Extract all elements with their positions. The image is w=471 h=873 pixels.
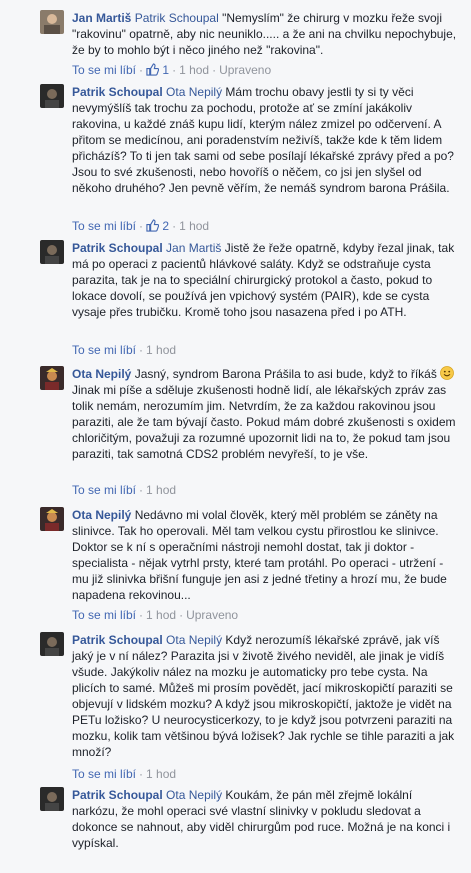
comment-mention[interactable]: Ota Nepilý <box>166 633 222 647</box>
comment-mention[interactable]: Ota Nepilý <box>166 788 222 802</box>
person-photo-icon <box>40 632 64 656</box>
avatar[interactable] <box>40 10 64 34</box>
comment-actions: To se mi líbí · 1 hod <box>72 483 177 497</box>
thumbs-up-icon <box>146 219 160 236</box>
like-button[interactable]: To se mi líbí <box>72 483 136 497</box>
person-photo-icon <box>40 366 64 390</box>
person-photo-icon <box>40 10 64 34</box>
smiley-emoji-icon <box>440 366 455 380</box>
comment-mention[interactable]: Patrik Schoupal <box>135 11 219 25</box>
comment-author[interactable]: Jan Martiš <box>72 11 131 25</box>
comment-mention[interactable]: Ota Nepilý <box>166 85 222 99</box>
comment-text: Jinak mi píše a sděluje zkušenosti hodně… <box>72 383 456 461</box>
avatar[interactable] <box>40 632 64 656</box>
comment-text: Mám trochu obavy jestli ty si ty věci ne… <box>72 85 454 195</box>
like-button[interactable]: To se mi líbí <box>72 63 136 77</box>
comment-time[interactable]: 1 hod <box>146 608 176 622</box>
comment-text: Nedávno mi volal člověk, který měl probl… <box>72 508 447 602</box>
comment-author[interactable]: Patrik Schoupal <box>72 788 163 802</box>
comment-text: Když nerozumíš lékařské zprávě, jak víš … <box>72 633 455 759</box>
comment-time[interactable]: 1 hod <box>146 483 176 497</box>
comment-time[interactable]: 1 hod <box>179 63 209 77</box>
comment-author[interactable]: Patrik Schoupal <box>72 85 163 99</box>
thumbs-up-icon <box>146 63 160 80</box>
comment-author[interactable]: Ota Nepilý <box>72 367 131 381</box>
avatar[interactable] <box>40 787 64 811</box>
avatar[interactable] <box>40 84 64 108</box>
comment-time[interactable]: 1 hod <box>146 343 176 357</box>
comment-text-intro: Jasný, syndrom Barona Prášila to asi bud… <box>134 367 437 381</box>
comment-thread: Jan Martiš Patrik Schoupal "Nemyslím" že… <box>0 0 471 873</box>
avatar[interactable] <box>40 366 64 390</box>
edited-label[interactable]: Upraveno <box>186 608 238 622</box>
avatar[interactable] <box>40 507 64 531</box>
comment-actions: To se mi líbí · 1 · 1 hod · Upraveno <box>72 62 271 80</box>
comment-author[interactable]: Patrik Schoupal <box>72 241 163 255</box>
comment-actions: To se mi líbí · 1 hod <box>72 767 177 781</box>
person-photo-icon <box>40 84 64 108</box>
like-button[interactable]: To se mi líbí <box>72 767 136 781</box>
comment-actions: To se mi líbí · 2 · 1 hod <box>72 218 209 236</box>
comment-mention[interactable]: Jan Martiš <box>166 241 221 255</box>
like-button[interactable]: To se mi líbí <box>72 343 136 357</box>
comment-author[interactable]: Ota Nepilý <box>72 508 131 522</box>
comment-time[interactable]: 1 hod <box>179 219 209 233</box>
avatar[interactable] <box>40 240 64 264</box>
person-photo-icon <box>40 240 64 264</box>
comment-author[interactable]: Patrik Schoupal <box>72 633 163 647</box>
like-button[interactable]: To se mi líbí <box>72 608 136 622</box>
comment-time[interactable]: 1 hod <box>146 767 176 781</box>
comment-actions: To se mi líbí · 1 hod <box>72 343 177 357</box>
comment-actions: To se mi líbí · 1 hod · Upraveno <box>72 608 239 622</box>
person-photo-icon <box>40 787 64 811</box>
like-button[interactable]: To se mi líbí <box>72 219 136 233</box>
edited-label[interactable]: Upraveno <box>219 63 271 77</box>
person-photo-icon <box>40 507 64 531</box>
